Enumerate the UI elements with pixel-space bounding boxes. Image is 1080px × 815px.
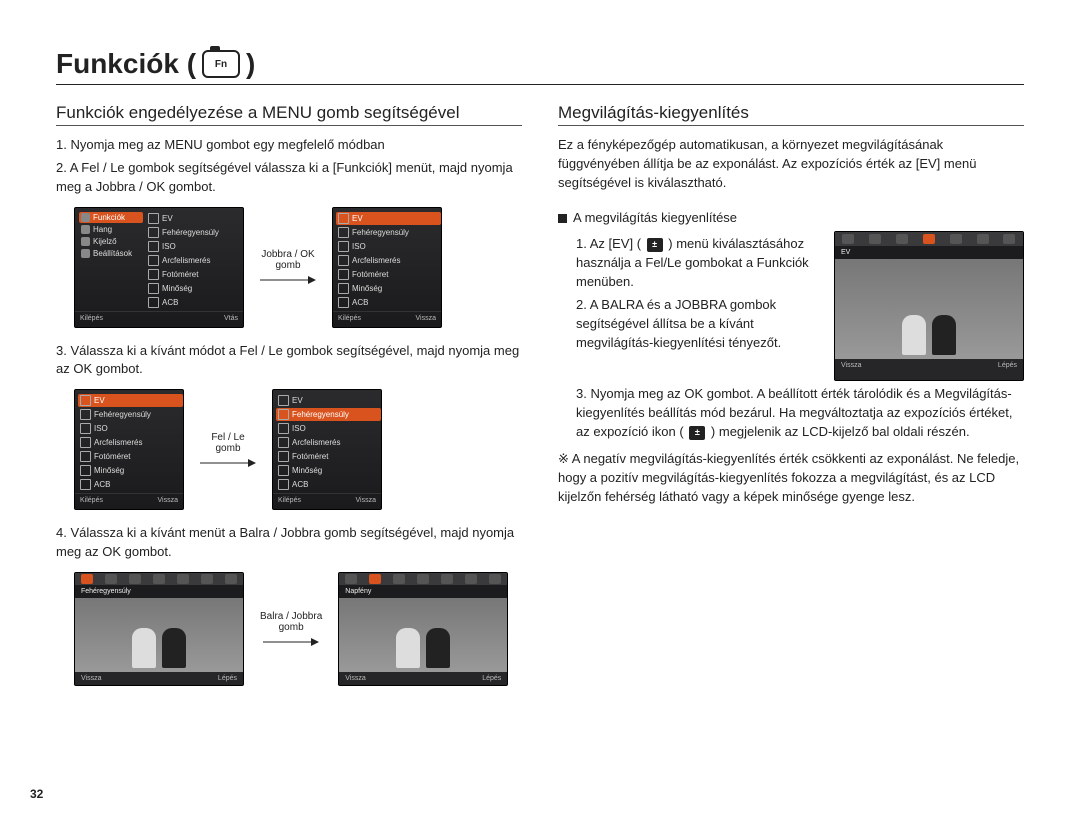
ev-screenshot-3b: Napfény VisszaLépés bbox=[338, 572, 508, 686]
menu-screenshot-narrow-1: EV Fehéregyensúly ISO Arcfelismerés Fotó… bbox=[332, 207, 442, 328]
title-text: Funkciók ( bbox=[56, 48, 196, 80]
arrow-right-icon bbox=[260, 275, 316, 285]
figure-row-2: EV Fehéregyensúly ISO Arcfelismerés Fotó… bbox=[74, 389, 522, 510]
left-step-4: 4. Válassza ki a kívánt menüt a Balra / … bbox=[56, 524, 522, 562]
ev-screenshot-right: EV VisszaLépés bbox=[834, 231, 1024, 381]
title-rule bbox=[56, 84, 1024, 85]
figure-row-3: Fehéregyensúly VisszaLépés Balra / Jobbr… bbox=[74, 572, 522, 686]
arrow-1: Jobbra / OK gomb bbox=[260, 249, 316, 285]
right-step-2: 2. A BALRA és a JOBBRA gombok segítségév… bbox=[576, 296, 820, 353]
exposure-icon: ± bbox=[689, 426, 705, 440]
right-heading: Megvilágítás-kiegyenlítés bbox=[558, 103, 1024, 123]
menu-screenshot-narrow-2a: EV Fehéregyensúly ISO Arcfelismerés Fotó… bbox=[74, 389, 184, 510]
left-step-2: 2. A Fel / Le gombok segítségével válass… bbox=[56, 159, 522, 197]
camera-fn-icon: Fn bbox=[202, 50, 240, 78]
right-note: ※ A negatív megvilágítás-kiegyenlítés ér… bbox=[558, 450, 1024, 507]
page-number: 32 bbox=[30, 787, 43, 801]
left-step-3: 3. Válassza ki a kívánt módot a Fel / Le… bbox=[56, 342, 522, 380]
left-step-1: 1. Nyomja meg az MENU gombot egy megfele… bbox=[56, 136, 522, 155]
arrow-2: Fel / Le gomb bbox=[200, 432, 256, 468]
title-close: ) bbox=[246, 48, 255, 80]
right-step-3: 3. Nyomja meg az OK gombot. A beállított… bbox=[576, 385, 1024, 442]
arrow-3: Balra / Jobbra gomb bbox=[260, 611, 322, 647]
square-bullet-icon bbox=[558, 214, 567, 223]
ev-screenshot-3a: Fehéregyensúly VisszaLépés bbox=[74, 572, 244, 686]
page-title: Funkciók ( Fn ) bbox=[56, 48, 1024, 80]
arrow-right-icon bbox=[263, 637, 319, 647]
exposure-icon: ± bbox=[647, 238, 663, 252]
arrow-right-icon bbox=[200, 458, 256, 468]
right-intro: Ez a fényképezőgép automatikusan, a körn… bbox=[558, 136, 1024, 193]
left-heading-rule bbox=[56, 125, 522, 126]
menu-screenshot-narrow-2b: EV Fehéregyensúly ISO Arcfelismerés Fotó… bbox=[272, 389, 382, 510]
figure-row-1: Funkciók Hang Kijelző Beállítások EV Feh… bbox=[74, 207, 522, 328]
left-heading: Funkciók engedélyezése a MENU gomb segít… bbox=[56, 103, 522, 123]
menu-screenshot-full: Funkciók Hang Kijelző Beállítások EV Feh… bbox=[74, 207, 244, 328]
right-bullet: A megvilágítás kiegyenlítése bbox=[558, 209, 1024, 228]
right-step-1: 1. Az [EV] ( ± ) menü kiválasztásához ha… bbox=[576, 235, 820, 292]
right-heading-rule bbox=[558, 125, 1024, 126]
